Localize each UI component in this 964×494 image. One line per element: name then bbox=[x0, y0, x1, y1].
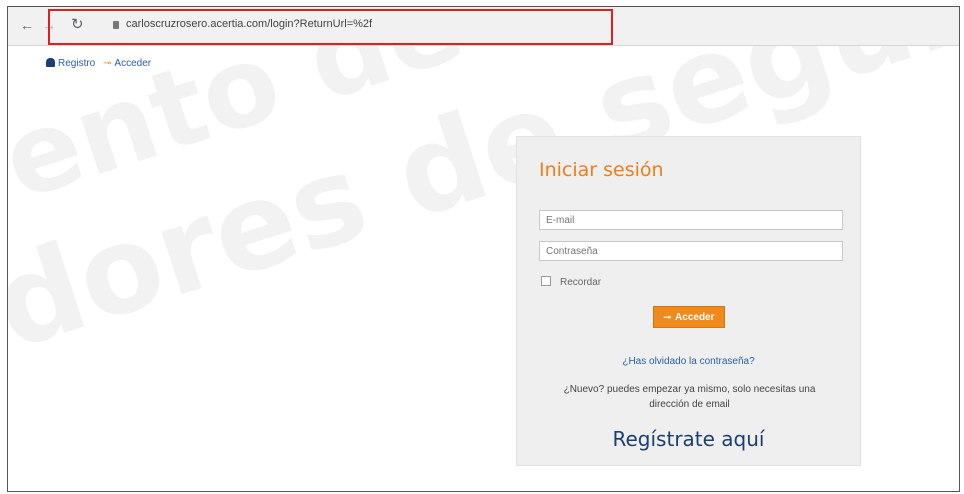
back-arrow-icon[interactable]: ← bbox=[20, 17, 34, 33]
remember-checkbox[interactable] bbox=[541, 276, 551, 286]
login-link[interactable]: Acceder bbox=[114, 58, 151, 69]
login-submit-button[interactable]: ⊸ Acceder bbox=[653, 306, 725, 328]
remember-row: Recordar bbox=[541, 276, 601, 288]
url-highlight-box bbox=[48, 9, 613, 45]
forgot-password-link[interactable]: ¿Has olvidado la contraseña? bbox=[517, 356, 860, 367]
screenshot-frame: ento de dores de seguros e ← → ↻ carlosc… bbox=[7, 6, 960, 492]
login-title: Iniciar sesión bbox=[539, 159, 664, 181]
top-links: Registro ⊸ Acceder bbox=[46, 58, 151, 69]
login-panel: Iniciar sesión Recordar ⊸Acceder ¿Has ol… bbox=[516, 136, 861, 466]
new-user-text: ¿Nuevo? puedes empezar ya mismo, solo ne… bbox=[563, 384, 816, 410]
register-link[interactable]: Registro bbox=[58, 58, 95, 69]
register-here-link[interactable]: Regístrate aquí bbox=[517, 427, 860, 451]
user-icon bbox=[46, 58, 55, 67]
password-input[interactable] bbox=[539, 241, 843, 261]
login-submit-label: Acceder bbox=[675, 312, 715, 323]
remember-label: Recordar bbox=[560, 277, 602, 288]
key-icon: ⊸ bbox=[103, 58, 112, 69]
key-icon: ⊸ bbox=[663, 312, 672, 322]
email-input[interactable] bbox=[539, 210, 843, 230]
